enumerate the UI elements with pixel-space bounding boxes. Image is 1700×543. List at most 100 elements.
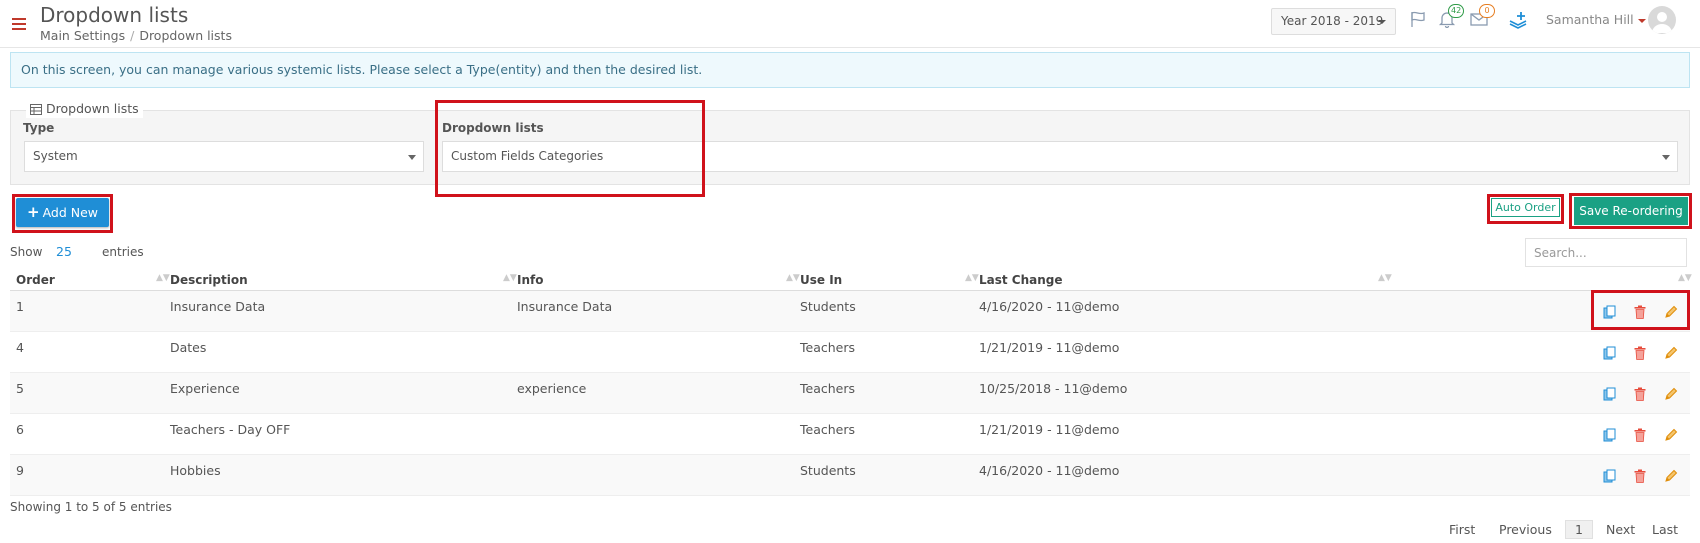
search-input[interactable] [1525,238,1687,267]
avatar[interactable] [1648,6,1676,34]
table-row[interactable]: 6 Teachers - Day OFF Teachers 1/21/2019 - 1… [10,414,1690,455]
dropdown-arrow-icon [408,155,416,160]
trash-icon[interactable] [1634,469,1648,483]
top-header: Dropdown lists Main Settings / Dropdown li… [0,0,1700,48]
cell-info: Insurance Data [517,299,613,314]
copy-icon[interactable] [1603,428,1617,442]
breadcrumb-current: Dropdown lists [139,28,232,43]
cell-order: 9 [16,463,24,478]
trash-icon[interactable] [1634,346,1648,360]
flag-icon[interactable] [1409,10,1429,30]
dropdown-arrow-icon [1662,155,1670,160]
year-selector-value: Year 2018 - 2019 [1281,14,1384,28]
bell-icon[interactable]: 42 [1438,4,1465,30]
copy-icon[interactable] [1603,346,1617,360]
dropdown-list-select[interactable]: Custom Fields Categories [442,141,1678,172]
show-label: Show [10,245,43,259]
cell-description: Hobbies [170,463,221,478]
copy-icon[interactable] [1603,469,1617,483]
user-caret-down-icon[interactable] [1638,19,1646,23]
trash-icon[interactable] [1634,387,1648,401]
table-row[interactable]: 5 Experience experience Teachers 10/25/2018 … [10,373,1690,414]
copy-icon[interactable] [1603,305,1617,319]
save-reordering-button[interactable]: Save Re-ordering [1574,197,1688,225]
year-selector[interactable]: Year 2018 - 2019 [1271,8,1396,35]
type-select-value: System [33,149,78,163]
table-header: Order ▲▼ Description ▲▼ Info ▲▼ Use In ▲… [10,272,1692,291]
breadcrumb-main-settings[interactable]: Main Settings [40,28,125,43]
messages-badge: 0 [1479,4,1495,18]
layers-add-icon[interactable] [1508,10,1528,30]
info-message: On this screen, you can manage various s… [10,52,1690,88]
pagination-page-1[interactable]: 1 [1565,520,1593,539]
cell-order: 6 [16,422,24,437]
hamburger-menu-icon[interactable] [12,18,26,30]
breadcrumb: Main Settings / Dropdown lists [40,28,232,43]
auto-order-button[interactable]: Auto Order [1491,198,1560,217]
sort-icon[interactable]: ▲▼ [965,273,979,283]
column-header-info[interactable]: Info [517,273,543,287]
cell-last-change: 1/21/2019 - 11@demo [979,422,1120,437]
trash-icon[interactable] [1634,428,1648,442]
pencil-icon[interactable] [1664,469,1678,483]
column-header-order[interactable]: Order [16,273,55,287]
pagination-next[interactable]: Next [1606,522,1635,537]
pagination-last[interactable]: Last [1652,522,1678,537]
pencil-icon[interactable] [1664,305,1678,319]
cell-description: Dates [170,340,207,355]
cell-use-in: Students [800,299,856,314]
sort-icon[interactable]: ▲▼ [786,273,800,283]
caret-down-icon [1378,20,1386,24]
column-header-use-in[interactable]: Use In [800,273,842,287]
pencil-icon[interactable] [1664,346,1678,360]
table-row[interactable]: 9 Hobbies Students 4/16/2020 - 11@demo [10,455,1690,496]
cell-description: Experience [170,381,240,396]
copy-icon[interactable] [1603,387,1617,401]
dropdown-lists-label: Dropdown lists [442,121,544,135]
add-new-button[interactable]: + Add New [16,198,109,227]
cell-use-in: Teachers [800,381,855,396]
cell-last-change: 10/25/2018 - 11@demo [979,381,1128,396]
sort-icon[interactable]: ▲▼ [156,273,170,283]
column-header-last-change[interactable]: Last Change [979,273,1063,287]
dropdown-list-select-value: Custom Fields Categories [451,149,604,163]
sort-icon[interactable]: ▲▼ [1678,273,1692,283]
sort-icon[interactable]: ▲▼ [503,273,517,283]
user-name[interactable]: Samantha Hill [1546,12,1634,27]
dropdown-lists-table: Order ▲▼ Description ▲▼ Info ▲▼ Use In ▲… [10,272,1692,496]
cell-use-in: Teachers [800,340,855,355]
table-icon [30,103,42,118]
envelope-icon[interactable]: 0 [1469,4,1495,30]
notifications-badge: 42 [1448,4,1465,18]
page-size-select[interactable]: 25 [56,244,72,259]
column-header-description[interactable]: Description [170,273,248,287]
type-select[interactable]: System [24,141,424,172]
sort-icon[interactable]: ▲▼ [1378,273,1392,283]
page-title: Dropdown lists [40,3,189,27]
table-body: 1 Insurance Data Insurance Data Students 4/1… [10,291,1690,496]
filter-legend: Dropdown lists [26,101,143,118]
cell-last-change: 4/16/2020 - 11@demo [979,299,1120,314]
cell-use-in: Students [800,463,856,478]
type-label: Type [23,121,55,135]
add-new-label: Add New [42,205,99,220]
filter-legend-text: Dropdown lists [46,101,139,116]
breadcrumb-separator: / [130,28,135,43]
cell-last-change: 4/16/2020 - 11@demo [979,463,1120,478]
plus-icon: + [26,203,40,221]
cell-description: Insurance Data [170,299,266,314]
entries-label: entries [102,245,144,259]
table-row[interactable]: 4 Dates Teachers 1/21/2019 - 11@demo [10,332,1690,373]
cell-order: 4 [16,340,24,355]
pagination-previous[interactable]: Previous [1499,522,1552,537]
cell-info: experience [517,381,587,396]
pagination-first[interactable]: First [1449,522,1475,537]
cell-description: Teachers - Day OFF [170,422,291,437]
pencil-icon[interactable] [1664,428,1678,442]
trash-icon[interactable] [1634,305,1648,319]
cell-order: 5 [16,381,24,396]
pencil-icon[interactable] [1664,387,1678,401]
cell-order: 1 [16,299,24,314]
table-row[interactable]: 1 Insurance Data Insurance Data Students 4/1… [10,291,1690,332]
cell-use-in: Teachers [800,422,855,437]
